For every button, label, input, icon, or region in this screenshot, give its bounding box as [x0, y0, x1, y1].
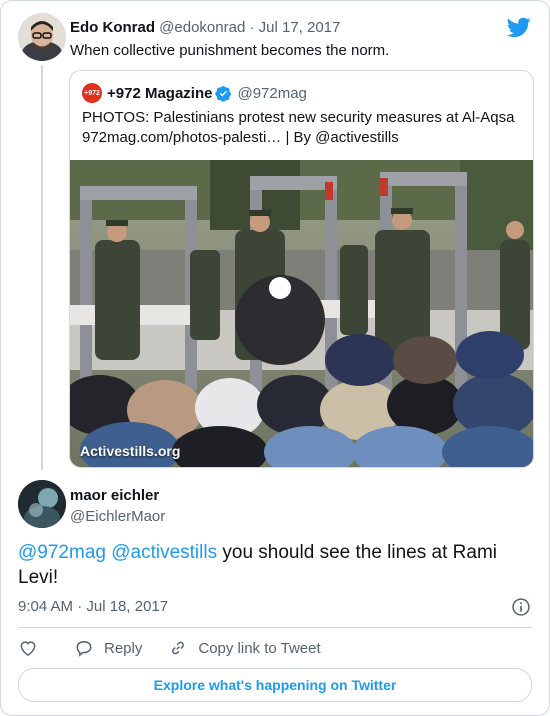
heart-icon	[20, 641, 36, 656]
copy-link-button[interactable]: Copy link to Tweet	[168, 638, 321, 658]
link-icon	[172, 641, 185, 655]
reply-author-name[interactable]: maor eichler	[70, 487, 159, 504]
mention-link[interactable]: @972mag	[18, 542, 106, 563]
quoted-photo[interactable]: Activestills.org	[70, 160, 533, 467]
reply-author-handle[interactable]: @EichlerMaor	[70, 508, 165, 525]
twitter-bird-icon[interactable]	[507, 15, 531, 39]
explore-button[interactable]: Explore what's happening on Twitter	[18, 668, 532, 702]
reply-timestamp[interactable]: 9:04 AM · Jul 18, 2017	[18, 598, 168, 615]
action-bar: Reply Copy link to Tweet	[18, 637, 347, 659]
quoted-link-line[interactable]: 972mag.com/photos-palesti… | By @actives…	[82, 128, 523, 148]
reply-button[interactable]: Reply	[74, 638, 142, 658]
avatar: +972	[82, 83, 102, 103]
thread-line	[41, 65, 43, 470]
author-handle[interactable]: @edokonrad	[159, 19, 245, 36]
copy-link-label: Copy link to Tweet	[198, 639, 321, 657]
verified-badge-icon	[215, 85, 232, 102]
quoted-author-name: +972 Magazine	[107, 84, 213, 102]
reply-icon	[76, 640, 92, 657]
avatar[interactable]	[18, 480, 66, 528]
separator: ·	[249, 19, 255, 36]
quoted-text: PHOTOS: Palestinians protest new securit…	[82, 108, 523, 148]
like-button[interactable]	[18, 638, 48, 658]
tweet-date[interactable]: Jul 17, 2017	[259, 19, 341, 36]
mention-link[interactable]: @activestills	[111, 542, 217, 563]
parent-author-row: Edo Konrad @edokonrad · Jul 17, 2017	[70, 19, 340, 36]
quoted-author-handle: @972mag	[237, 84, 307, 102]
quoted-author-row: +972 +972 Magazine @972mag	[82, 83, 307, 103]
protest-photo	[70, 160, 533, 467]
avatar-photo	[18, 480, 66, 528]
divider	[18, 627, 532, 628]
quoted-text-line: PHOTOS: Palestinians protest new securit…	[82, 109, 515, 126]
avatar[interactable]	[18, 13, 66, 61]
avatar-photo	[18, 13, 66, 61]
reply-label: Reply	[104, 639, 143, 657]
photo-watermark: Activestills.org	[80, 443, 181, 459]
info-icon[interactable]	[511, 597, 531, 617]
reply-text: @972mag @activestills you should see the…	[18, 540, 531, 590]
tweet-text: When collective punishment becomes the n…	[70, 42, 390, 59]
tweet-card: Edo Konrad @edokonrad · Jul 17, 2017 Whe…	[0, 0, 550, 716]
quoted-tweet[interactable]: +972 +972 Magazine @972mag PHOTOS: Pales…	[69, 70, 534, 468]
author-name[interactable]: Edo Konrad	[70, 19, 155, 36]
